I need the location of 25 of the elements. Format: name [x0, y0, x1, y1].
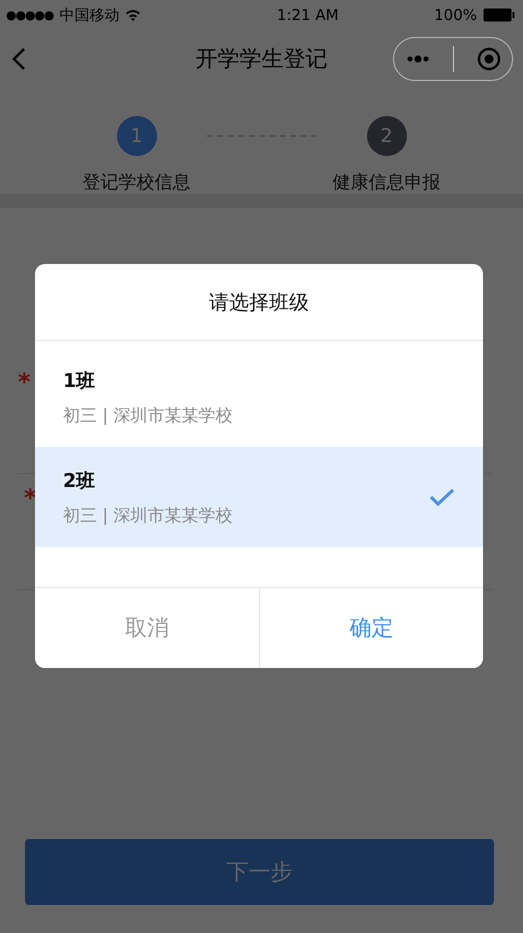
- page-title: 开学学生登记: [194, 46, 328, 74]
- step-number: 1: [116, 116, 156, 156]
- required-mark: *: [18, 368, 31, 396]
- step-number: 2: [366, 116, 406, 156]
- step-label: 登记学校信息: [82, 171, 190, 194]
- battery-icon: [483, 8, 515, 22]
- carrier-name: 中国移动: [59, 6, 120, 24]
- school-detail: 初三 | 深圳市某某学校: [63, 404, 233, 426]
- step-label: 健康信息申报: [332, 171, 440, 194]
- back-icon[interactable]: [12, 47, 26, 71]
- required-mark: *: [24, 484, 37, 512]
- school-detail: 初三 | 深圳市某某学校: [63, 504, 233, 526]
- close-icon[interactable]: [476, 47, 500, 71]
- class-option[interactable]: 1班 初三 | 深圳市某某学校: [35, 347, 483, 447]
- more-icon[interactable]: [406, 54, 430, 64]
- class-name: 1班: [63, 368, 96, 394]
- class-option[interactable]: 2班 初三 | 深圳市某某学校: [35, 447, 483, 547]
- battery-percent: 100%: [434, 6, 477, 24]
- clock-time: 1:21 AM: [276, 6, 339, 24]
- wifi-icon: [125, 9, 142, 21]
- checkmark-icon: [429, 488, 455, 506]
- cancel-button[interactable]: 取消: [35, 588, 260, 668]
- class-name: 2班: [63, 468, 96, 494]
- signal-strength: ●●●●●: [6, 8, 54, 22]
- dialog-title: 请选择班级: [209, 288, 309, 316]
